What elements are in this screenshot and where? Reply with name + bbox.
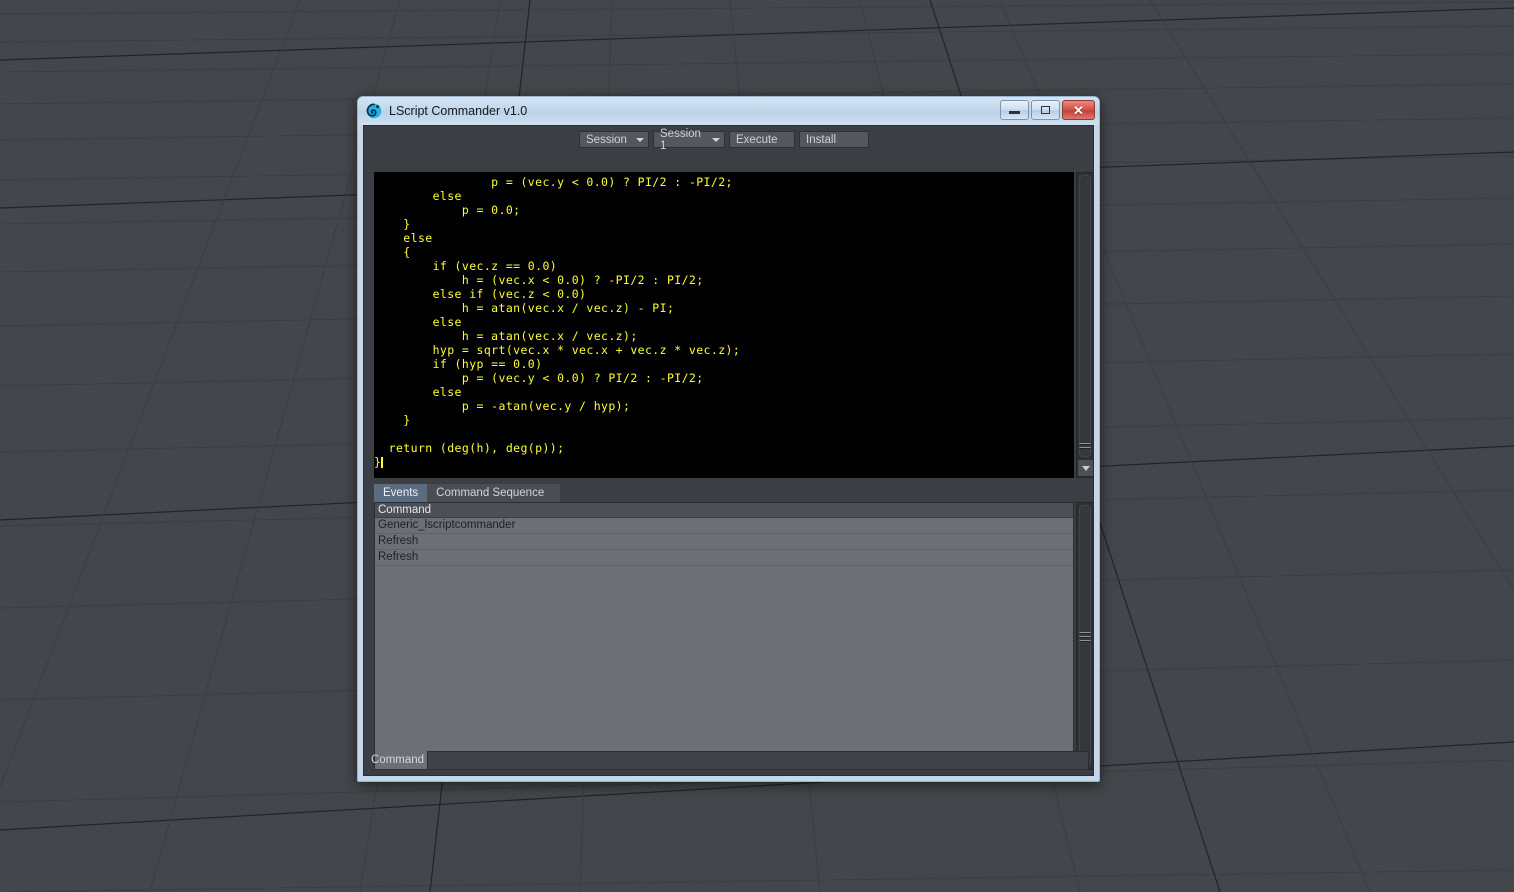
command-column-header: Command	[375, 503, 1073, 518]
close-button[interactable]: ✕	[1062, 100, 1095, 120]
lightwave-swirl-icon	[366, 103, 382, 119]
window-controls: ✕	[1000, 100, 1095, 120]
chevron-down-icon	[712, 137, 720, 142]
minimize-button[interactable]	[1000, 100, 1029, 120]
lscript-commander-window: LScript Commander v1.0 ✕ Session Session…	[357, 96, 1100, 782]
session-select-value: Session 1	[660, 127, 701, 152]
tab-events[interactable]: Events	[374, 484, 428, 502]
maximize-icon	[1041, 106, 1050, 114]
editor-scroll-thumb[interactable]	[1079, 175, 1091, 457]
editor-vertical-scrollbar[interactable]	[1076, 172, 1093, 478]
window-client-area: Session Session 1 Execute Install p = (v…	[363, 125, 1094, 776]
list-item[interactable]: Refresh	[375, 534, 1073, 550]
command-input[interactable]	[427, 750, 1089, 770]
list-item[interactable]: Generic_lscriptcommander	[375, 518, 1073, 534]
chevron-down-icon	[1082, 465, 1090, 471]
panel-tabs: Events Command Sequence	[374, 483, 561, 502]
maximize-button[interactable]	[1031, 100, 1060, 120]
code-editor-container: p = (vec.y < 0.0) ? PI/2 : -PI/2; else p…	[374, 172, 1074, 478]
editor-scroll-grip[interactable]	[1079, 441, 1091, 451]
install-button[interactable]: Install	[799, 131, 869, 148]
list-scroll-grip[interactable]	[1079, 630, 1091, 644]
command-entry-bar: Command	[368, 750, 1089, 770]
minimize-icon	[1009, 111, 1020, 114]
chevron-down-icon	[636, 137, 644, 142]
text-caret	[381, 457, 384, 468]
code-text: p = (vec.y < 0.0) ? PI/2 : -PI/2; else p…	[374, 175, 741, 469]
command-list[interactable]: Command Generic_lscriptcommander Refresh…	[374, 502, 1074, 770]
command-input-label: Command	[371, 754, 425, 766]
tab-command-sequence[interactable]: Command Sequence	[427, 484, 561, 502]
close-icon: ✕	[1073, 102, 1084, 118]
window-title: LScript Commander v1.0	[389, 104, 528, 118]
session-type-value: Session	[586, 133, 627, 146]
toolbar: Session Session 1 Execute Install	[364, 126, 1093, 152]
list-item[interactable]: Refresh	[375, 550, 1073, 566]
list-vertical-scrollbar[interactable]	[1076, 502, 1093, 770]
session-select-dropdown[interactable]: Session 1	[653, 128, 725, 152]
code-editor[interactable]: p = (vec.y < 0.0) ? PI/2 : -PI/2; else p…	[374, 172, 1074, 478]
editor-scroll-down-button[interactable]	[1077, 459, 1093, 477]
execute-button[interactable]: Execute	[729, 131, 795, 148]
session-type-dropdown[interactable]: Session	[579, 131, 649, 148]
window-titlebar[interactable]: LScript Commander v1.0 ✕	[358, 97, 1099, 125]
